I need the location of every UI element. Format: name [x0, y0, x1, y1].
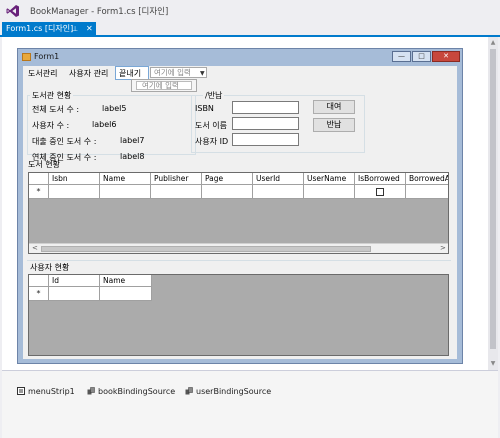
book-name-input[interactable] — [232, 117, 299, 130]
menu-item-exit[interactable]: 끝내기 — [119, 68, 141, 79]
book-data-grid[interactable]: Isbn Name Publisher Page UserId UserName… — [28, 172, 449, 254]
component-bookbindingsource[interactable]: bookBindingSource — [87, 387, 175, 396]
column-header-publisher[interactable]: Publisher — [151, 173, 202, 185]
table-cell[interactable] — [49, 185, 100, 199]
component-menustrip1[interactable]: menuStrip1 — [17, 387, 75, 396]
total-books-value: label5 — [102, 104, 127, 113]
column-header-isborrowed[interactable]: IsBorrowed — [355, 173, 406, 185]
component-label: userBindingSource — [196, 387, 272, 396]
book-new-row[interactable]: * — [29, 185, 448, 199]
table-cell[interactable] — [100, 185, 151, 199]
table-cell[interactable] — [49, 287, 100, 301]
submenu-type-here-input[interactable]: 여기에 입력 — [136, 81, 192, 90]
tab-label: Form1.cs [디자인] — [6, 24, 74, 33]
column-header-name[interactable]: Name — [100, 173, 151, 185]
user-count-value: label6 — [92, 120, 117, 129]
menu-type-here-input[interactable] — [150, 67, 207, 78]
user-count-label: 사용자 수 : — [32, 121, 70, 130]
book-name-label: 도서 이름 — [195, 121, 227, 130]
component-userbindingsource[interactable]: userBindingSource — [185, 387, 271, 396]
form-caption: Form1 — □ ✕ — [18, 49, 462, 65]
borrow-button[interactable]: 대여 — [313, 100, 355, 114]
row-header-corner — [29, 173, 49, 185]
library-status-title: 도서관 현황 — [30, 90, 74, 101]
isborrowed-checkbox[interactable] — [376, 188, 384, 196]
scroll-down-icon[interactable]: ▼ — [489, 360, 497, 368]
component-label: bookBindingSource — [98, 387, 176, 396]
column-header-borrowedat[interactable]: BorrowedAt — [406, 173, 448, 185]
maximize-button[interactable]: □ — [412, 51, 431, 62]
table-cell[interactable] — [406, 185, 448, 199]
book-grid-header: Isbn Name Publisher Page UserId UserName… — [29, 173, 448, 185]
new-row-marker: * — [29, 185, 49, 199]
close-tab-icon[interactable]: ✕ — [86, 22, 93, 36]
scroll-thumb[interactable] — [41, 246, 371, 252]
column-header-userid[interactable]: UserId — [253, 173, 304, 185]
column-header-name[interactable]: Name — [100, 275, 152, 287]
table-cell[interactable] — [253, 185, 304, 199]
user-data-grid[interactable]: Id Name * — [28, 274, 449, 356]
user-id-input[interactable] — [232, 133, 299, 146]
component-label: menuStrip1 — [28, 387, 75, 396]
column-header-id[interactable]: Id — [49, 275, 100, 287]
column-header-username[interactable]: UserName — [304, 173, 355, 185]
return-button[interactable]: 반납 — [313, 118, 355, 132]
new-row-marker: * — [29, 287, 49, 301]
pin-icon[interactable]: ⊥ — [72, 22, 78, 36]
tab-form1-designer[interactable]: Form1.cs [디자인] ⊥ ✕ — [2, 22, 96, 36]
form1-window[interactable]: Form1 — □ ✕ 도서관리 사용자 관리 끝내기 ▼ 도서관 현황 전체 … — [17, 48, 463, 364]
book-status-title: 도서 현황 — [28, 160, 60, 169]
component-tray: menuStrip1 bookBindingSource userBinding… — [2, 371, 498, 438]
form-title: Form1 — [34, 52, 60, 61]
menu-item-book-management[interactable]: 도서관리 — [28, 68, 57, 79]
row-header-corner — [29, 275, 49, 287]
scroll-left-icon[interactable]: < — [32, 244, 38, 252]
borrowed-books-value: label7 — [120, 136, 145, 145]
loan-return-title: /반납 — [203, 90, 225, 101]
user-new-row[interactable]: * — [29, 287, 152, 301]
isbn-label: ISBN — [195, 104, 214, 113]
form-icon — [22, 53, 31, 61]
book-grid-horizontal-scrollbar[interactable]: < > — [29, 243, 448, 253]
scroll-up-icon[interactable]: ▲ — [489, 39, 497, 47]
table-cell[interactable] — [100, 287, 152, 301]
table-cell[interactable] — [151, 185, 202, 199]
menu-strip: 도서관리 사용자 관리 끝내기 ▼ — [23, 66, 457, 80]
chevron-down-icon[interactable]: ▼ — [200, 70, 205, 77]
column-header-isbn[interactable]: Isbn — [49, 173, 100, 185]
form-client-area: 도서관리 사용자 관리 끝내기 ▼ 도서관 현황 전체 도서 수 : label… — [23, 66, 457, 359]
scroll-thumb[interactable] — [490, 49, 496, 349]
binding-source-icon — [87, 387, 95, 395]
user-status-title: 사용자 현황 — [30, 263, 70, 272]
table-cell[interactable] — [304, 185, 355, 199]
scroll-right-icon[interactable]: > — [440, 244, 446, 252]
title-bar: BookManager - Form1.cs [디자인] — [0, 0, 500, 22]
user-status-divider — [27, 260, 451, 261]
user-grid-header: Id Name — [29, 275, 152, 287]
designer-vertical-scrollbar[interactable]: ▲ ▼ — [488, 37, 498, 370]
binding-source-icon — [185, 387, 193, 395]
table-cell[interactable] — [355, 185, 406, 199]
minimize-button[interactable]: — — [392, 51, 411, 62]
table-cell[interactable] — [202, 185, 253, 199]
overdue-books-value: label8 — [120, 152, 145, 161]
total-books-label: 전체 도서 수 : — [32, 105, 80, 114]
close-button[interactable]: ✕ — [432, 51, 460, 62]
window-title: BookManager - Form1.cs [디자인] — [30, 7, 169, 17]
column-header-page[interactable]: Page — [202, 173, 253, 185]
menu-strip-icon — [17, 387, 25, 395]
isbn-input[interactable] — [232, 101, 299, 114]
visual-studio-logo-icon — [6, 5, 19, 17]
user-id-label: 사용자 ID — [195, 137, 229, 146]
menu-item-user-management[interactable]: 사용자 관리 — [69, 68, 108, 79]
exit-submenu: 여기에 입력 — [131, 79, 197, 92]
borrowed-books-label: 대출 중인 도서 수 : — [32, 137, 97, 146]
document-tab-strip: Form1.cs [디자인] ⊥ ✕ — [0, 22, 500, 36]
